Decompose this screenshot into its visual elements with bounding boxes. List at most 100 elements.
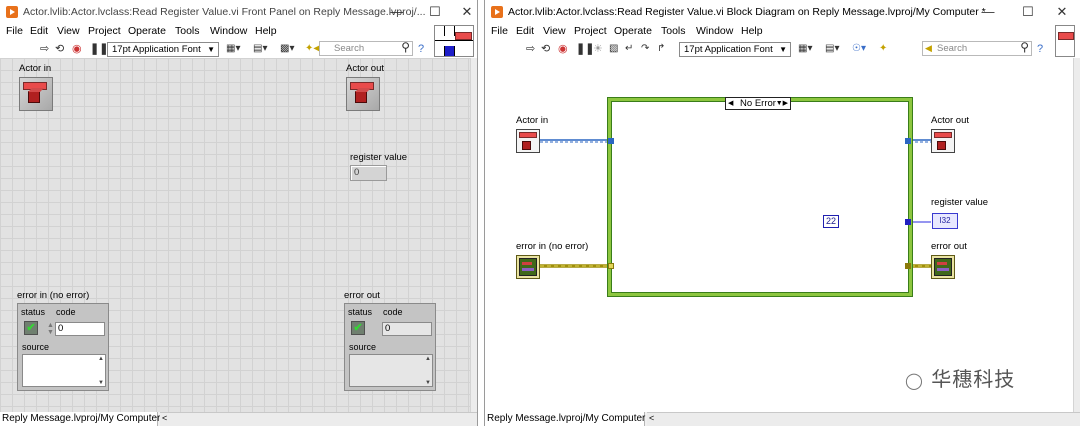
block-diagram-vertical-scrollbar[interactable] (1073, 58, 1080, 412)
step-out-icon[interactable]: ↱ (657, 42, 665, 56)
menu-edit[interactable]: Edit (516, 25, 534, 37)
step-over-icon[interactable]: ↷ (641, 42, 649, 56)
register-value-terminal[interactable]: I32 (932, 213, 958, 229)
menu-edit[interactable]: Edit (30, 25, 48, 37)
align-objects-icon[interactable]: ▦▾ (226, 42, 240, 56)
menu-operate[interactable]: Operate (614, 25, 652, 37)
error-in-cluster[interactable]: status code ✔ ▲ ▼ 0 source ▲ ▼ (17, 303, 109, 391)
search-icon[interactable]: ⚲ (401, 41, 410, 54)
actor-in-label: Actor in (19, 63, 52, 74)
menu-view[interactable]: View (57, 25, 80, 37)
maximize-button[interactable]: ☐ (418, 3, 452, 21)
menu-window[interactable]: Window (696, 25, 733, 37)
labview-app-icon (6, 6, 18, 18)
actor-out-indicator (346, 77, 380, 111)
menu-help[interactable]: Help (741, 25, 763, 37)
menu-help[interactable]: Help (255, 25, 277, 37)
error-in-source-field[interactable]: ▲ ▼ (22, 354, 106, 387)
reorder-icon[interactable]: ☉▾ (852, 42, 866, 56)
actor-out-terminal[interactable] (931, 129, 955, 153)
menu-operate[interactable]: Operate (128, 25, 166, 37)
menu-window[interactable]: Window (210, 25, 247, 37)
front-panel-menu-bar: File Edit View Project Operate Tools Win… (0, 24, 477, 40)
highlight-execution-icon[interactable]: ☀ (593, 42, 603, 56)
front-panel-toolbar: ⇨ ⟲ ◉ ❚❚ 17pt Application Font ▼ ▦▾ ▤▾ ▩▾… (0, 40, 477, 58)
pause-icon[interactable]: ❚❚ (90, 42, 108, 56)
search-icon[interactable]: ⚲ (1020, 41, 1029, 54)
menu-file[interactable]: File (6, 25, 23, 37)
actor-in-control[interactable] (19, 77, 53, 111)
actor-in-terminal[interactable] (516, 129, 540, 153)
wechat-icon: ◯ (905, 371, 924, 390)
search-input[interactable]: ◀ Search ⚲ (922, 41, 1032, 56)
register-value-label: register value (350, 152, 408, 163)
clean-up-diagram-icon[interactable]: ✦ (879, 42, 887, 56)
abort-icon[interactable]: ◉ (558, 42, 568, 56)
numeric-constant[interactable]: 22 (823, 215, 839, 228)
context-help-icon[interactable]: ? (418, 42, 424, 56)
distribute-objects-icon[interactable]: ▤▾ (253, 42, 267, 56)
font-select-dropdown[interactable]: 17pt Application Font ▼ (679, 42, 791, 57)
step-into-icon[interactable]: ↵ (625, 42, 633, 56)
run-arrow-icon[interactable]: ⇨ (40, 42, 49, 56)
front-panel-vertical-scrollbar[interactable] (470, 58, 477, 412)
close-button[interactable]: ✕ (1045, 3, 1079, 21)
menu-tools[interactable]: Tools (661, 25, 686, 37)
menu-file[interactable]: File (491, 25, 508, 37)
check-icon[interactable]: ✔ (24, 321, 38, 335)
block-diagram-horizontal-scrollbar[interactable]: < (647, 412, 1080, 426)
case-structure[interactable] (608, 98, 912, 296)
error-in-terminal[interactable] (516, 255, 540, 279)
register-value-indicator: 0 (350, 165, 387, 181)
menu-tools[interactable]: Tools (175, 25, 200, 37)
actor-out-label: Actor out (346, 63, 385, 74)
abort-icon[interactable]: ◉ (72, 42, 82, 56)
connector-pane-icon[interactable] (434, 25, 474, 57)
case-increment-icon[interactable]: ▼▶ (776, 98, 788, 109)
code-spinner-icon[interactable]: ▲ ▼ (47, 322, 54, 336)
case-selector-label: No Error (740, 98, 776, 109)
pause-icon[interactable]: ❚❚ (576, 42, 594, 56)
front-panel-title-bar[interactable]: Actor.lvlib:Actor.lvclass:Read Register … (0, 0, 477, 24)
run-continuously-icon[interactable]: ⟲ (541, 42, 550, 56)
distribute-objects-icon[interactable]: ▤▾ (825, 42, 839, 56)
font-select-dropdown[interactable]: 17pt Application Font ▼ (107, 42, 219, 57)
scroll-down-icon[interactable]: ▼ (98, 380, 104, 386)
menu-project[interactable]: Project (88, 25, 121, 37)
case-decrement-icon[interactable]: ◀ (728, 98, 733, 109)
vi-icon-pane[interactable] (1055, 25, 1075, 57)
scroll-left-icon[interactable]: < (162, 413, 167, 423)
context-help-icon[interactable]: ? (1037, 42, 1043, 56)
block-diagram-title-bar[interactable]: Actor.lvlib:Actor.lvclass:Read Register … (485, 0, 1080, 24)
watermark-logo: ◯ 华穗科技 (905, 363, 1015, 392)
case-selector[interactable]: ◀ No Error ▼▶ (725, 97, 791, 110)
align-objects-icon[interactable]: ▦▾ (798, 42, 812, 56)
actor-out-terminal-label: Actor out (931, 115, 970, 126)
scroll-up-icon[interactable]: ▲ (425, 356, 431, 362)
menu-project[interactable]: Project (574, 25, 607, 37)
front-panel-canvas[interactable]: Actor in Actor out register value 0 erro… (0, 58, 470, 412)
error-out-code-field: 0 (382, 322, 432, 336)
scroll-down-icon[interactable]: ▼ (425, 380, 431, 386)
block-diagram-canvas[interactable]: ◀ No Error ▼▶ 22 Actor in Actor out regi… (485, 58, 1073, 412)
block-diagram-status-path: Reply Message.lvproj/My Computer (485, 412, 646, 426)
run-continuously-icon[interactable]: ⟲ (55, 42, 64, 56)
retain-wire-values-icon[interactable]: ▧ (609, 42, 618, 56)
front-panel-horizontal-scrollbar[interactable]: < (160, 412, 477, 426)
actor-out-tunnel (905, 138, 911, 144)
close-button[interactable]: ✕ (450, 3, 477, 21)
error-out-terminal[interactable] (931, 255, 955, 279)
block-diagram-window: Actor.lvlib:Actor.lvclass:Read Register … (484, 0, 1080, 426)
error-in-code-field[interactable]: 0 (55, 322, 105, 336)
maximize-button[interactable]: ☐ (1011, 3, 1045, 21)
minimize-button[interactable]: — (380, 3, 414, 21)
search-input[interactable]: Search ⚲ (319, 41, 413, 56)
scroll-left-icon[interactable]: < (649, 413, 654, 423)
resize-objects-icon[interactable]: ▩▾ (280, 42, 294, 56)
scroll-up-icon[interactable]: ▲ (98, 356, 104, 362)
error-in-tunnel (608, 263, 614, 269)
minimize-button[interactable]: — (971, 3, 1005, 21)
error-in-status-label: status (21, 307, 46, 317)
menu-view[interactable]: View (543, 25, 566, 37)
run-arrow-icon[interactable]: ⇨ (526, 42, 535, 56)
